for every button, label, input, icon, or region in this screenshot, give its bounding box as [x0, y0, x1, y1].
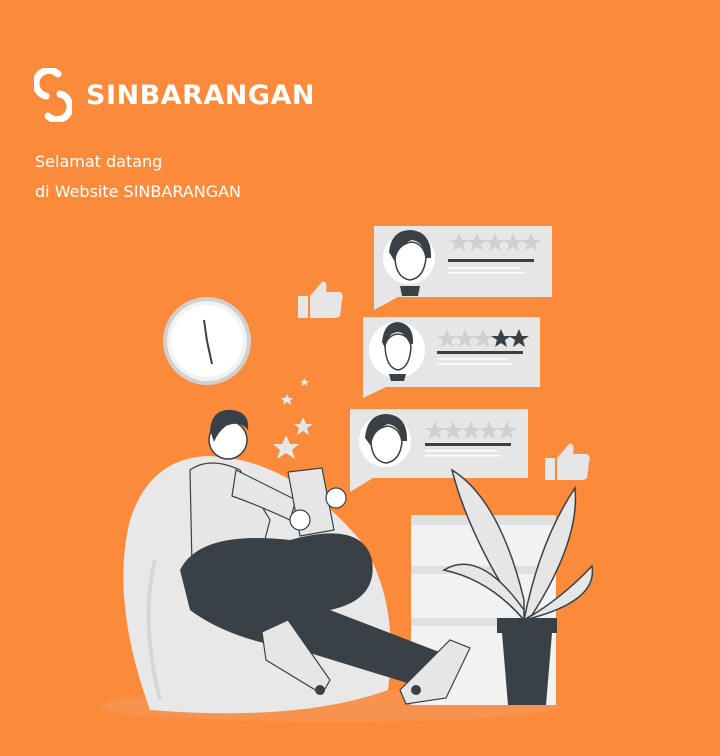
welcome-text: Selamat datang di Website SINBARANGAN [35, 147, 241, 207]
star-icon [273, 378, 313, 459]
review-card [363, 317, 540, 398]
brand-name: SINBARANGAN [86, 79, 316, 111]
welcome-line-2: di Website SINBARANGAN [35, 182, 242, 201]
brand-header: SINBARANGAN [34, 68, 315, 122]
thumbs-up-icon [545, 443, 590, 480]
hero-illustration [100, 226, 594, 722]
thumbs-up-icon [298, 281, 343, 318]
welcome-line-1: Selamat datang [35, 152, 163, 171]
review-card [374, 226, 552, 310]
clock-icon [163, 297, 251, 385]
s-logo-icon [34, 68, 72, 122]
review-card [350, 409, 528, 492]
